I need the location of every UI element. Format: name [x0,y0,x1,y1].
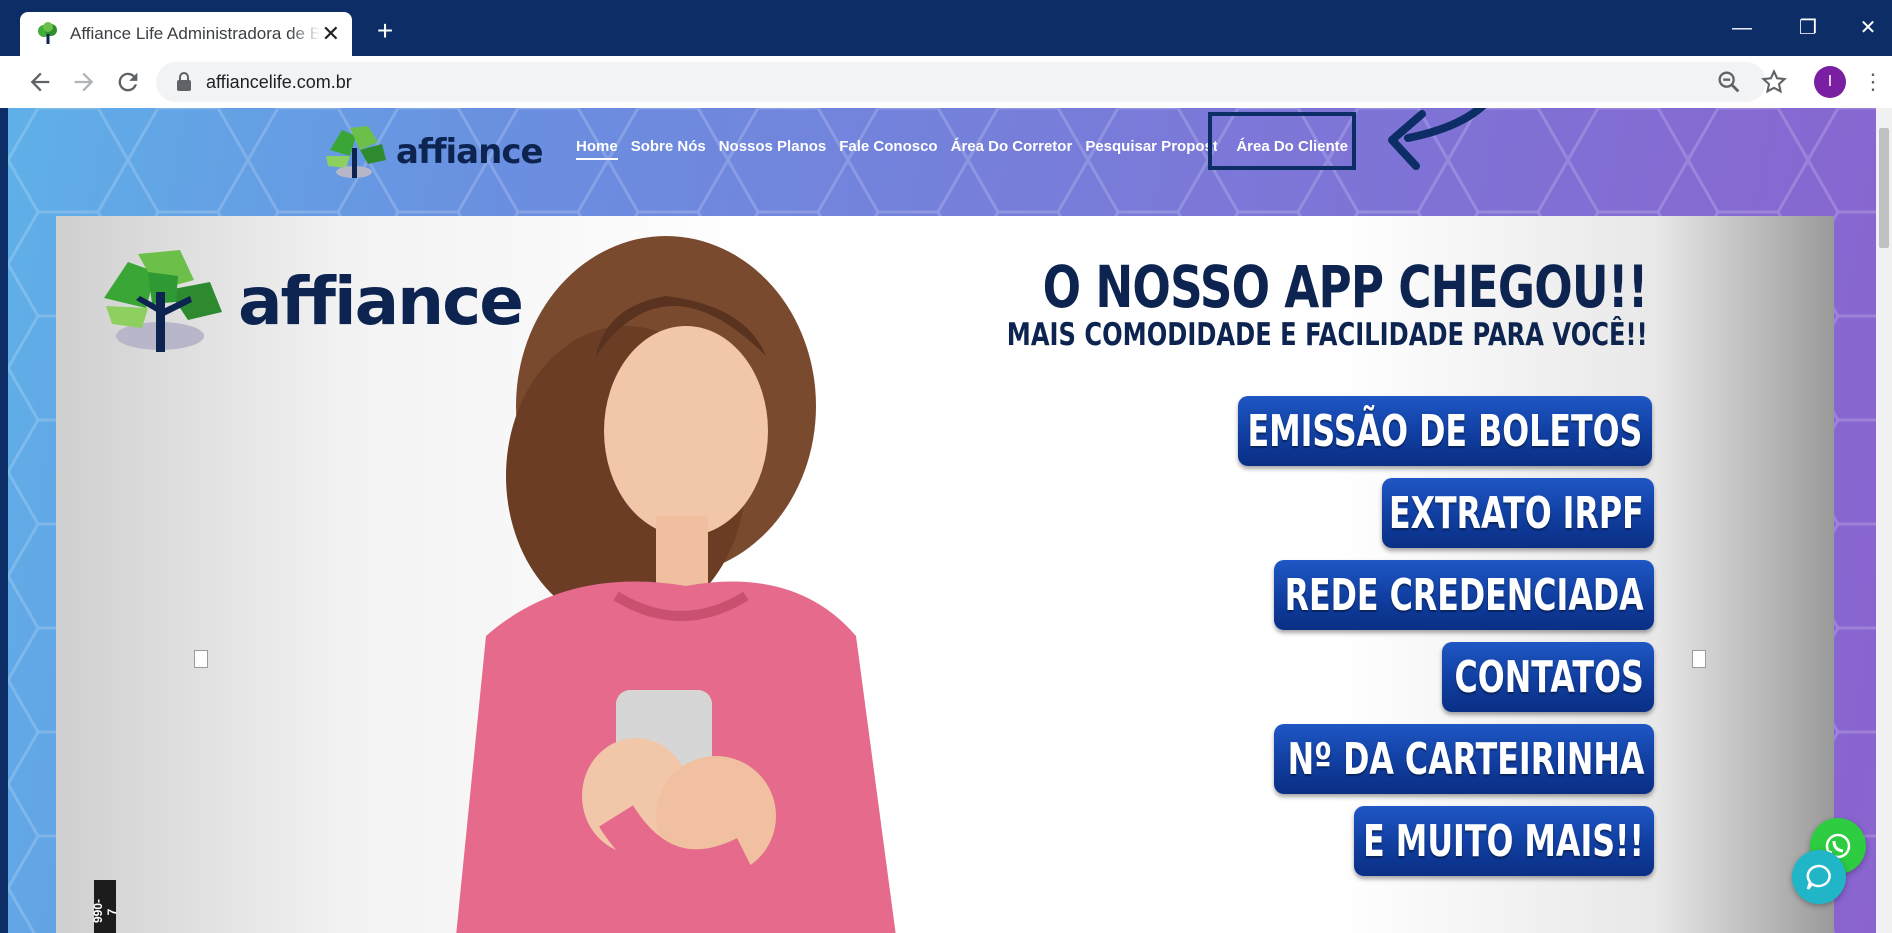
slider-next-button[interactable] [1692,650,1706,668]
feature-label: E MUITO MAIS!! [1363,815,1644,867]
browser-toolbar: affiancelife.com.br I ⋮ [0,56,1892,108]
browser-tab[interactable]: Affiance Life Administradora de Benefíci… [20,12,352,56]
highlight-box [1208,112,1356,170]
address-bar[interactable]: affiancelife.com.br [156,62,1766,102]
feature-pill: EMISSÃO DE BOLETOS [1238,396,1652,466]
nav-fale-conosco[interactable]: Fale Conosco [839,138,937,160]
feature-pill: EXTRATO IRPF [1382,478,1654,548]
chat-button[interactable] [1792,850,1846,904]
web-page: affiance Home Sobre Nós Nossos Planos Fa… [8,108,1876,933]
restore-button[interactable]: ❐ [1786,10,1830,46]
feature-pill: E MUITO MAIS!! [1354,806,1654,876]
scrollbar-thumb[interactable] [1879,128,1889,248]
new-tab-button[interactable]: + [370,16,400,46]
feature-label: EMISSÃO DE BOLETOS [1247,405,1642,457]
woman-with-phone-image [456,236,896,933]
nav-area-do-corretor[interactable]: Área Do Corretor [951,138,1073,160]
annotation-arrow-icon [1388,108,1487,170]
page-scrollbar[interactable] [1876,108,1892,933]
registration-badge: 990-7 [91,880,119,933]
registration-number: 990-7 [91,898,119,923]
nav-pesquisar-proposta[interactable]: Pesquisar Proposta [1085,138,1217,160]
nav-home[interactable]: Home [576,138,618,160]
hero-banner: affiance O NOSSO APP CHEGOU!! MAIS COMOD… [56,216,1834,933]
slider-prev-button[interactable] [194,650,208,668]
zoom-icon[interactable] [1715,68,1743,96]
site-logo[interactable]: affiance [320,122,544,182]
feature-pill: REDE CREDENCIADA [1274,560,1654,630]
browser-window: Affiance Life Administradora de Benefíci… [0,0,1892,933]
banner-headline-block: O NOSSO APP CHEGOU!! MAIS COMODIDADE E F… [1007,253,1649,353]
banner-subheadline: MAIS COMODIDADE E FACILIDADE PARA VOCÊ!! [1007,317,1648,353]
nav-sobre-nos[interactable]: Sobre Nós [631,138,706,160]
star-icon[interactable] [1760,68,1788,96]
feature-label: CONTATOS [1454,651,1644,703]
url-text: affiancelife.com.br [206,71,352,92]
feature-pill: Nº DA CARTEIRINHA [1274,724,1654,794]
close-window-button[interactable]: ✕ [1846,10,1890,46]
site-logo-text: affiance [396,132,544,172]
forward-icon[interactable] [70,68,98,96]
minimize-button[interactable]: — [1720,10,1764,46]
back-icon[interactable] [26,68,54,96]
banner-headline: O NOSSO APP CHEGOU!! [1043,253,1649,321]
tree-favicon-icon [38,22,57,44]
profile-avatar[interactable]: I [1814,66,1846,98]
feature-pill: CONTATOS [1442,642,1654,712]
reload-icon[interactable] [114,68,142,96]
banner-tree-icon [104,250,222,352]
feature-label: Nº DA CARTEIRINHA [1287,733,1644,785]
tab-title: Affiance Life Administradora de Benefíci… [70,24,320,43]
lock-icon [177,72,191,91]
tab-bar: Affiance Life Administradora de Benefíci… [0,0,1892,56]
chat-icon [1806,864,1831,890]
feature-label: REDE CREDENCIADA [1284,569,1644,621]
tab-close-icon[interactable]: ✕ [322,21,340,47]
menu-icon[interactable]: ⋮ [1862,66,1884,98]
nav-nossos-planos[interactable]: Nossos Planos [719,138,827,160]
tree-logo-icon [326,126,386,178]
feature-label: EXTRATO IRPF [1389,487,1644,539]
